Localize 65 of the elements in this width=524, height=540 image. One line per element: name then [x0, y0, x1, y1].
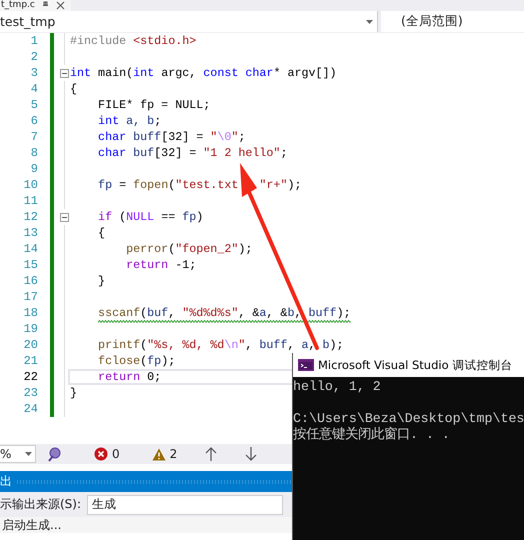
collapse-icon[interactable]	[60, 69, 69, 78]
code-line: }	[70, 386, 78, 400]
code-line: int a, b;	[97, 114, 162, 128]
line-number: 5	[30, 97, 38, 113]
code-line: FILE* fp = NULL;	[97, 98, 210, 112]
error-icon	[94, 447, 108, 461]
code-line: if (NULL == fp)	[97, 210, 204, 224]
caret-icon	[366, 20, 373, 24]
code-line: sscanf(buf, "%d%d%s", &a, &b, buff);	[97, 306, 351, 320]
code-line: return -1;	[125, 258, 196, 272]
warning-icon	[152, 448, 166, 460]
line-number: 4	[30, 81, 38, 97]
line-number: 1	[30, 33, 38, 49]
down-arrow-icon[interactable]	[245, 447, 258, 461]
line-number: 20	[22, 337, 38, 353]
line-number: 17	[22, 289, 38, 305]
line-number: 12	[22, 209, 38, 225]
caret-icon	[25, 452, 32, 456]
code-line: printf("%s, %d, %d\n", buff, a, b);	[97, 338, 344, 352]
console-text: C:\Users\Beza\Desktop\tmp\tes	[293, 411, 524, 426]
scope-dropdown[interactable]: (全局范围)	[381, 11, 524, 32]
code-line: {	[70, 82, 78, 96]
code-line: char buff[32] = "\0";	[97, 130, 246, 144]
line-number: 18	[22, 305, 38, 321]
line-number: 23	[22, 385, 38, 401]
code-line: perror("fopen_2");	[125, 242, 252, 256]
code-line: char buf[32] = "1 2 hello";	[97, 146, 288, 160]
code-line: return 0;	[97, 370, 162, 384]
line-number: 13	[22, 225, 38, 241]
line-number: 22	[22, 369, 38, 385]
source-dropdown[interactable]: 生成	[87, 494, 284, 514]
console-icon	[298, 359, 314, 371]
file-tab[interactable]: t_tmp.c	[0, 0, 71, 11]
zoom-dropdown[interactable]: %	[0, 445, 36, 463]
project-dropdown[interactable]: test_tmp	[0, 11, 378, 32]
line-number: 8	[30, 145, 38, 161]
line-number: 10	[22, 177, 38, 193]
line-number: 14	[22, 241, 38, 257]
panel-title: 出	[0, 473, 12, 490]
line-number: 15	[22, 257, 38, 273]
line-number: 16	[22, 273, 38, 289]
console-text: 按任意键关闭此窗口. . .	[293, 427, 451, 443]
code-line: }	[97, 274, 106, 288]
up-arrow-icon[interactable]	[205, 447, 218, 461]
line-number: 3	[30, 65, 38, 81]
collapse-icon[interactable]	[60, 213, 69, 222]
error-count: 0	[112, 447, 120, 461]
warning-count: 2	[170, 447, 178, 461]
line-number: 7	[30, 129, 38, 145]
code-line: int main(int argc, const char* argv[])	[70, 66, 337, 80]
line-number: 11	[22, 193, 38, 209]
line-number: 6	[30, 113, 38, 129]
line-number: 2	[30, 49, 38, 65]
close-icon[interactable]	[56, 1, 65, 10]
code-line: #include <stdio.h>	[70, 34, 196, 48]
line-number: 9	[30, 161, 38, 177]
line-number: 24	[22, 401, 38, 417]
source-label: 示输出来源(S):	[0, 496, 82, 513]
code-line: {	[97, 226, 106, 240]
console-text: hello, 1, 2	[293, 379, 382, 395]
code-line: fp = fopen("test.txt "r+");	[97, 178, 302, 192]
window-title: Microsoft Visual Studio 调试控制台	[318, 358, 512, 372]
code-line: fclose(fp);	[97, 354, 176, 368]
line-number: 21	[22, 353, 38, 369]
line-number: 19	[22, 321, 38, 337]
